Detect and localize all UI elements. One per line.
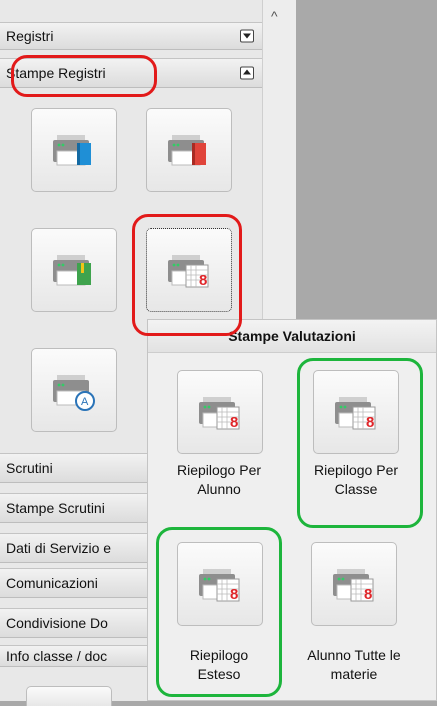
riepilogo-per-alunno-label: Riepilogo Per Alunno xyxy=(176,462,262,497)
alunno-tutte-materie-button[interactable]: 8 xyxy=(311,542,397,626)
section-label: Registri xyxy=(6,28,54,44)
printer-icon xyxy=(53,135,91,166)
printer-icon: 8 xyxy=(168,255,209,289)
stampe-valutazioni-popup: Stampe Valutazioni 8 Riepilogo Per Alunn… xyxy=(147,319,437,701)
printer-icon: 8 xyxy=(335,397,376,431)
section-label: Scrutini xyxy=(6,460,53,476)
svg-text:8: 8 xyxy=(230,414,238,431)
printer-icon: A xyxy=(53,375,95,411)
stampa-registro-rosso-button[interactable] xyxy=(146,108,232,192)
section-label: Condivisione Do xyxy=(6,615,108,631)
stampe-valutazioni-button[interactable]: 8 xyxy=(146,228,232,312)
svg-text:8: 8 xyxy=(366,414,374,431)
section-label: Comunicazioni xyxy=(6,575,98,591)
svg-text:A: A xyxy=(81,396,89,408)
riepilogo-esteso-label: Riepilogo Esteso xyxy=(189,647,249,682)
section-label: Info classe / doc xyxy=(6,648,108,664)
partial-button[interactable] xyxy=(26,686,112,706)
collapse-icon[interactable] xyxy=(240,66,254,80)
printer-icon: 8 xyxy=(199,569,240,603)
alunno-tutte-materie-label: Alunno Tutte le materie xyxy=(307,647,401,682)
section-label: Dati di Servizio e xyxy=(6,540,112,556)
section-registri[interactable]: Registri xyxy=(0,22,262,50)
printer-icon: 8 xyxy=(333,569,374,603)
section-stampe-registri[interactable]: Stampe Registri xyxy=(0,58,262,88)
svg-text:8: 8 xyxy=(199,272,207,289)
section-label: Stampe Scrutini xyxy=(6,500,105,516)
stampa-registro-blu-button[interactable] xyxy=(31,108,117,192)
riepilogo-per-classe-button[interactable]: 8 xyxy=(313,370,399,454)
popup-title: Stampe Valutazioni xyxy=(148,320,436,353)
svg-text:8: 8 xyxy=(364,586,372,603)
printer-icon xyxy=(53,255,91,286)
riepilogo-per-classe-label: Riepilogo Per Classe xyxy=(313,462,399,497)
riepilogo-per-alunno-button[interactable]: 8 xyxy=(177,370,263,454)
scroll-up-icon[interactable]: ^ xyxy=(271,8,278,24)
svg-text:8: 8 xyxy=(230,586,238,603)
printer-icon: 8 xyxy=(199,397,240,431)
section-label: Stampe Registri xyxy=(6,65,106,81)
expand-icon[interactable] xyxy=(240,29,254,43)
printer-icon xyxy=(168,135,206,166)
stampa-registro-a-button[interactable]: A xyxy=(31,348,117,432)
riepilogo-esteso-button[interactable]: 8 xyxy=(177,542,263,626)
stampa-registro-verde-button[interactable] xyxy=(31,228,117,312)
